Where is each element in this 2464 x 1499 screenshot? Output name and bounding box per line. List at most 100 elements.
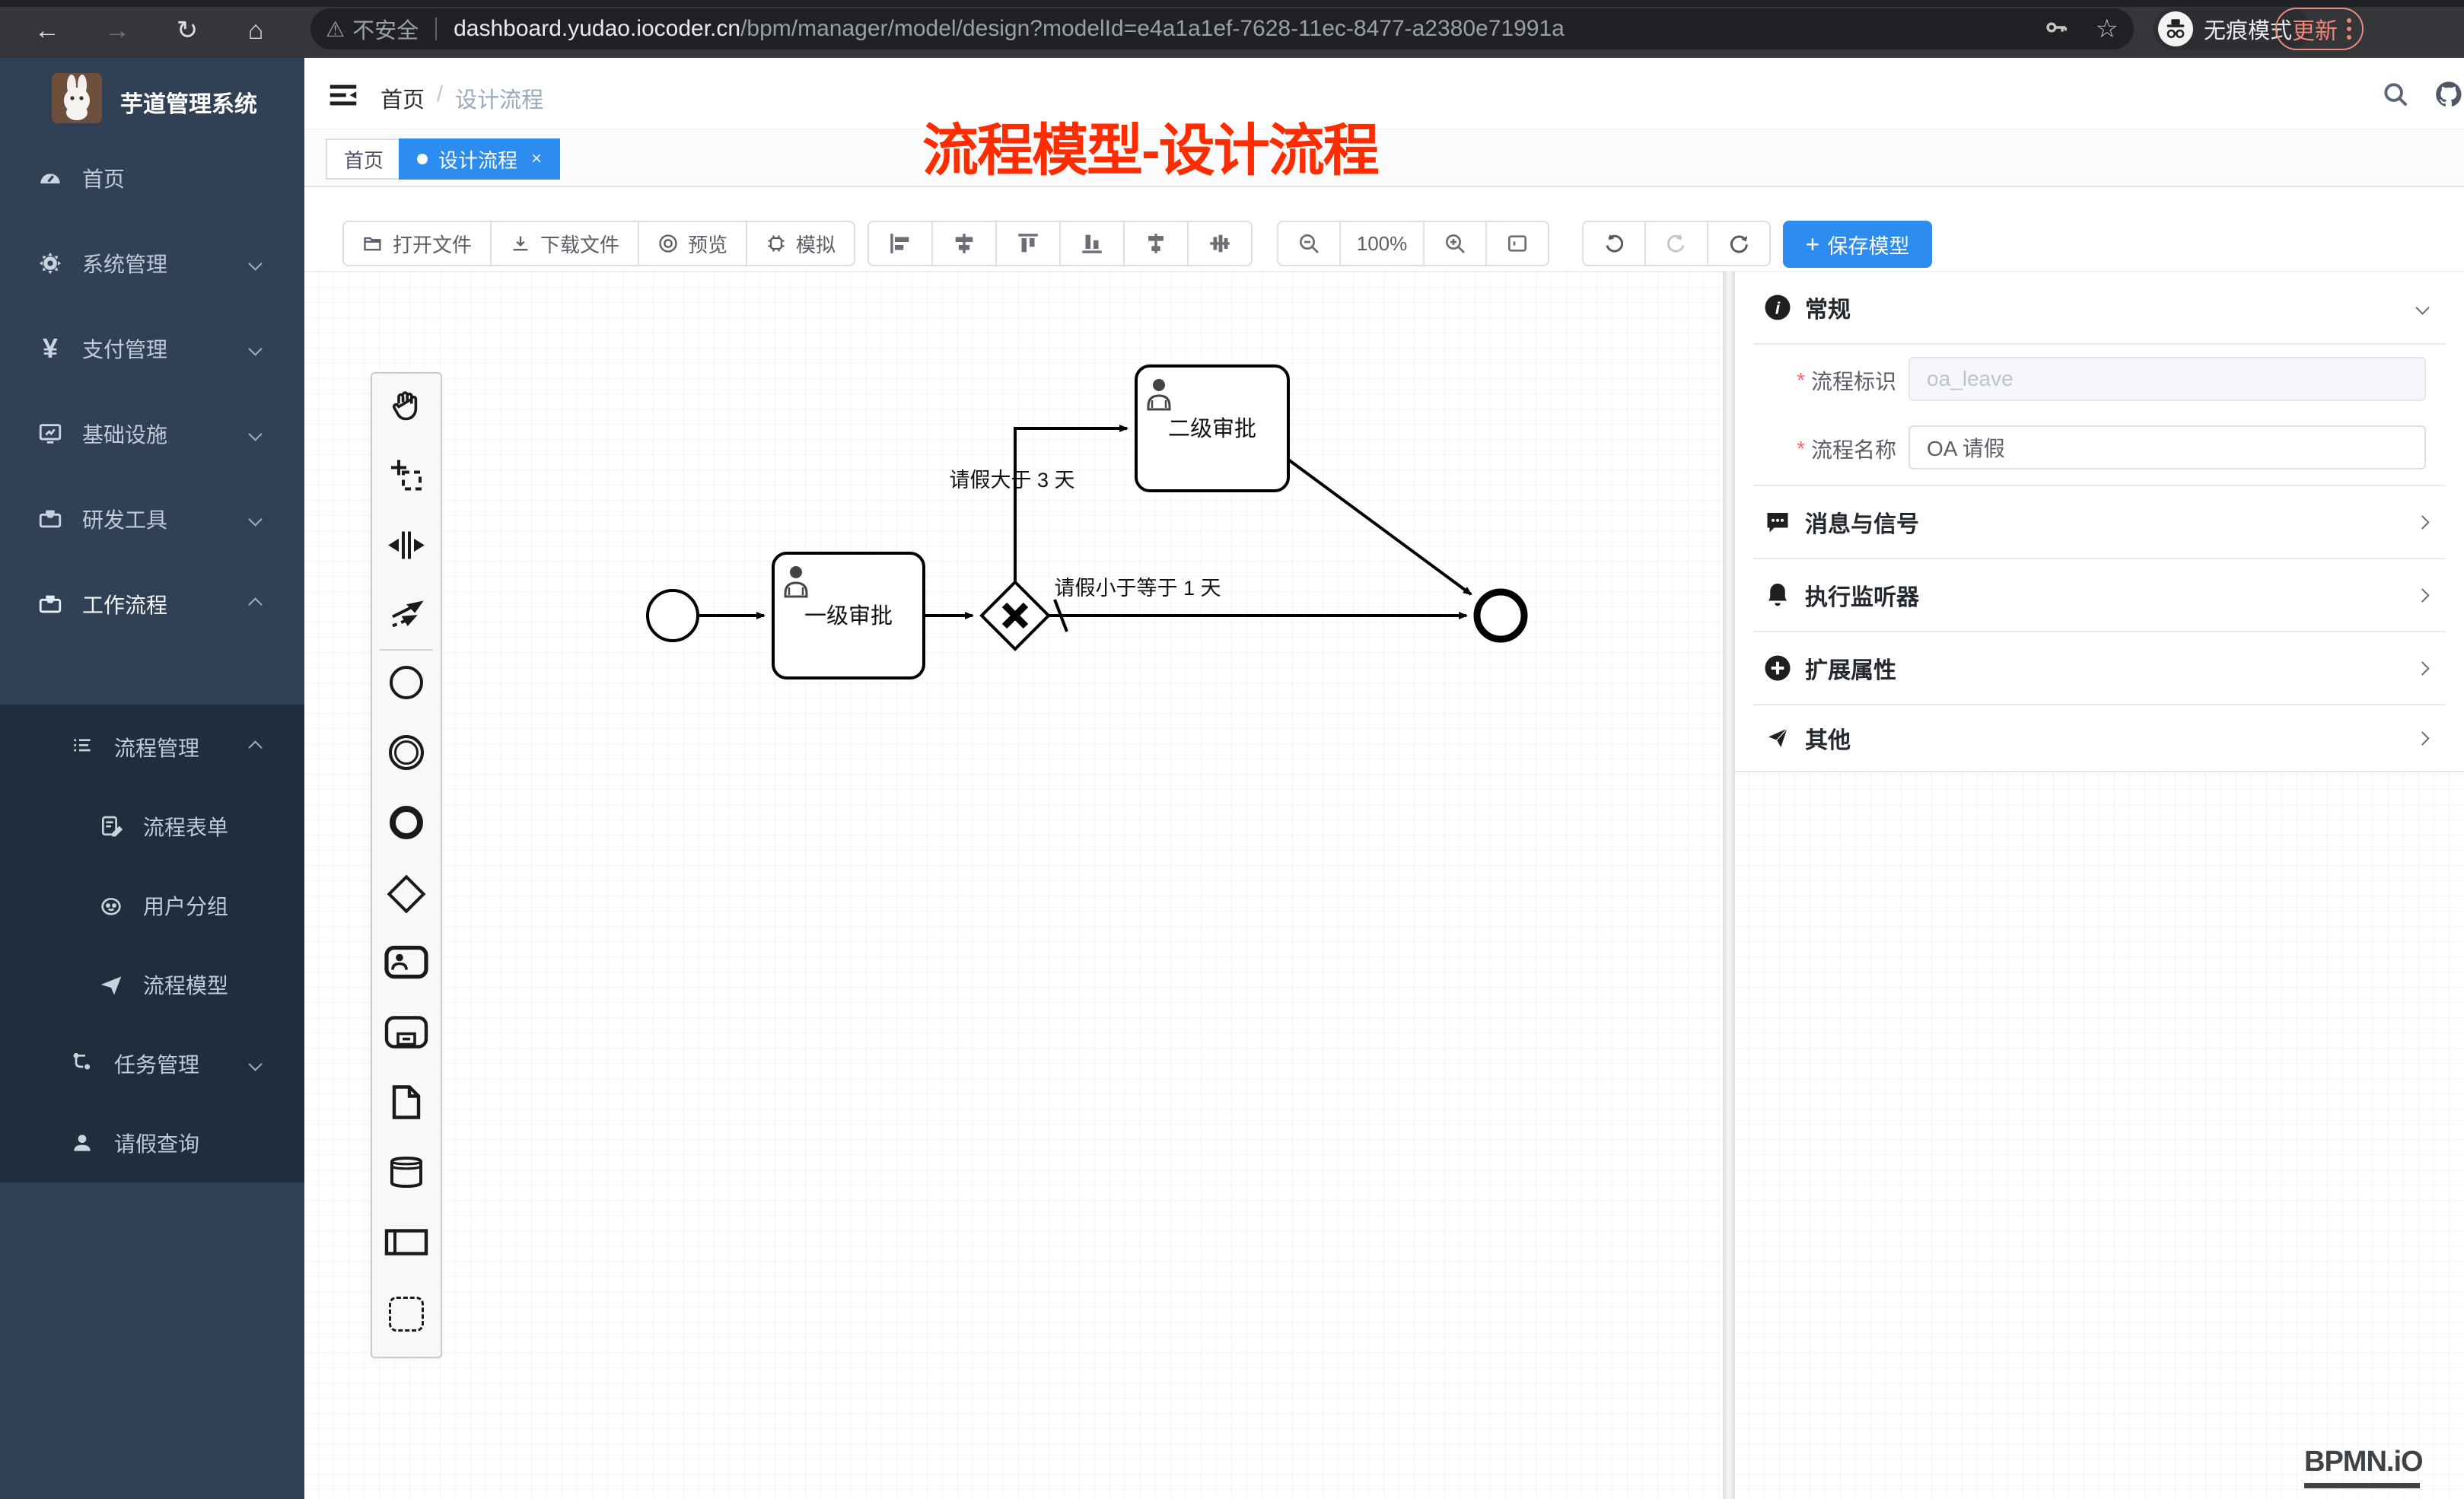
browser-back-icon[interactable]: ←	[33, 17, 61, 44]
field-label-process-name: * 流程名称	[1735, 427, 1896, 471]
sidebar-item-user-group[interactable]: 用户分组	[0, 866, 304, 945]
align-left-button[interactable]	[867, 221, 933, 266]
browser-update-button[interactable]: 更新	[2275, 8, 2364, 50]
address-bar[interactable]: ⚠ 不安全 dashboard.yudao.iocoder.cn /bpm/ma…	[310, 8, 2134, 49]
panel-section-ext-props[interactable]: 扩展属性	[1735, 632, 2464, 704]
browser-home-icon[interactable]: ⌂	[242, 17, 269, 44]
app-logo	[52, 73, 102, 123]
chevron-right-icon	[2415, 661, 2429, 675]
download-file-button[interactable]: 下载文件	[490, 221, 639, 266]
process-key-input[interactable]: oa_leave	[1908, 357, 2426, 401]
app-header: 首页 / 设计流程 TT	[304, 58, 2464, 129]
chevron-down-icon	[248, 427, 262, 441]
close-tab-icon[interactable]: ×	[531, 148, 542, 170]
undo-button[interactable]	[1582, 221, 1646, 266]
browser-chrome: ← → ↻ ⌂ ⚠ 不安全 dashboard.yudao.iocoder.cn…	[0, 0, 2464, 58]
panel-section-message-signal[interactable]: 消息与信号	[1735, 486, 2464, 558]
browser-forward-icon[interactable]: →	[103, 17, 131, 44]
insecure-warning-icon: ⚠	[326, 17, 345, 42]
sidebar-item-system[interactable]: 系统管理	[0, 221, 304, 306]
yen-icon: ¥	[37, 335, 64, 362]
github-icon[interactable]	[2432, 78, 2464, 111]
browser-menu-icon[interactable]	[2347, 18, 2351, 40]
align-middle-button[interactable]	[1123, 221, 1189, 266]
chevron-down-icon	[248, 512, 262, 526]
send-icon	[1764, 724, 1791, 752]
zoom-out-button[interactable]	[1277, 221, 1341, 266]
security-label[interactable]: 不安全	[352, 13, 419, 45]
sidebar-item-home[interactable]: 首页	[0, 135, 304, 221]
start-event[interactable]	[648, 590, 698, 641]
task2-label: 二级审批	[1168, 416, 1256, 441]
tab-design-process[interactable]: 设计流程 ×	[399, 138, 560, 180]
app-title: 芋道管理系统	[120, 85, 257, 119]
sidebar-item-task-mgmt[interactable]: 任务管理	[0, 1024, 304, 1103]
sidebar-item-process-form[interactable]: 流程表单	[0, 787, 304, 866]
breadcrumb-home[interactable]: 首页	[380, 82, 425, 114]
form-edit-icon	[97, 813, 125, 840]
save-model-button[interactable]: + 保存模型	[1783, 221, 1932, 268]
face-icon	[97, 892, 125, 919]
url-path[interactable]: /bpm/manager/model/design?modelId=e4a1a1…	[740, 16, 1565, 42]
panel-section-exec-listener[interactable]: 执行监听器	[1735, 559, 2464, 631]
monitor-icon	[37, 420, 64, 447]
sidebar-item-process-model[interactable]: 流程模型	[0, 945, 304, 1024]
flow-gateway-to-task2[interactable]	[1015, 428, 1127, 582]
redo-button[interactable]	[1644, 221, 1708, 266]
preview-button[interactable]: 预览	[638, 221, 747, 266]
properties-panel: i 常规 * 流程标识 oa_leave * 流程名称 OA 请假 消息与信号 …	[1735, 272, 2464, 772]
sidebar-item-leave-query[interactable]: 请假查询	[0, 1103, 304, 1182]
bell-icon	[1764, 581, 1791, 609]
info-icon: i	[1764, 294, 1791, 321]
sidebar-item-payment[interactable]: ¥ 支付管理	[0, 306, 304, 391]
sidebar-item-workflow[interactable]: 工作流程	[0, 562, 304, 647]
browser-tabstrip	[0, 0, 2464, 7]
panel-section-general[interactable]: i 常规	[1735, 272, 2464, 343]
url-host[interactable]: dashboard.yudao.iocoder.cn	[454, 16, 740, 42]
restart-button[interactable]	[1707, 221, 1771, 266]
sidebar-item-devtools[interactable]: 研发工具	[0, 476, 304, 562]
chevron-down-icon	[248, 256, 262, 270]
process-name-input[interactable]: OA 请假	[1908, 425, 2426, 469]
align-top-button[interactable]	[995, 221, 1061, 266]
gear-icon	[37, 250, 64, 277]
end-event[interactable]	[1477, 592, 1524, 639]
flow-label-le1[interactable]: 请假小于等于 1 天	[1054, 577, 1221, 600]
toolbox-icon	[37, 505, 64, 533]
breadcrumb-current: 设计流程	[455, 82, 543, 114]
sidebar-item-process-mgmt[interactable]: 流程管理	[0, 708, 304, 787]
page-tabs: 首页 设计流程 ×	[304, 129, 2464, 187]
browser-reload-icon[interactable]: ↻	[173, 17, 201, 44]
zoom-reset-button[interactable]	[1485, 221, 1549, 266]
flow-task2-to-end[interactable]	[1288, 460, 1471, 594]
chevron-down-icon[interactable]	[2415, 301, 2429, 314]
svg-text:i: i	[1775, 298, 1781, 317]
panel-section-other[interactable]: 其他	[1735, 705, 2464, 771]
zoom-in-button[interactable]	[1423, 221, 1487, 266]
flow-label-gt3[interactable]: 请假大于 3 天	[949, 469, 1074, 492]
designer-toolbar: 打开文件 下载文件 预览 模拟	[304, 187, 2464, 271]
tab-home[interactable]: 首页	[326, 138, 402, 180]
chevron-right-icon	[2415, 515, 2429, 529]
dashboard-icon	[37, 164, 64, 192]
distribute-button[interactable]	[1187, 221, 1253, 266]
chevron-down-icon	[248, 342, 262, 355]
password-key-icon[interactable]	[2044, 14, 2070, 44]
sidebar-item-infra[interactable]: 基础设施	[0, 391, 304, 476]
bookmark-star-icon[interactable]: ☆	[2096, 14, 2119, 44]
annotation-title: 流程模型-设计流程	[922, 105, 1378, 186]
field-label-process-key: * 流程标识	[1735, 358, 1896, 403]
toolbox-icon	[37, 590, 64, 618]
person-icon	[68, 1129, 96, 1157]
breadcrumb: 首页 / 设计流程	[380, 82, 543, 114]
align-center-button[interactable]	[931, 221, 997, 266]
simulate-button[interactable]: 模拟	[746, 221, 855, 266]
sidebar: 芋道管理系统 首页 系统管理 ¥ 支付管理 基础设施 研发工具 工	[0, 58, 304, 1499]
chevron-right-icon	[2415, 731, 2429, 745]
search-icon[interactable]	[2379, 78, 2412, 111]
open-file-button[interactable]: 打开文件	[342, 221, 492, 266]
exclusive-gateway[interactable]	[982, 582, 1049, 649]
align-bottom-button[interactable]	[1059, 221, 1125, 266]
collapse-sidebar-icon[interactable]	[326, 78, 361, 116]
zoom-level: 100%	[1339, 221, 1425, 266]
